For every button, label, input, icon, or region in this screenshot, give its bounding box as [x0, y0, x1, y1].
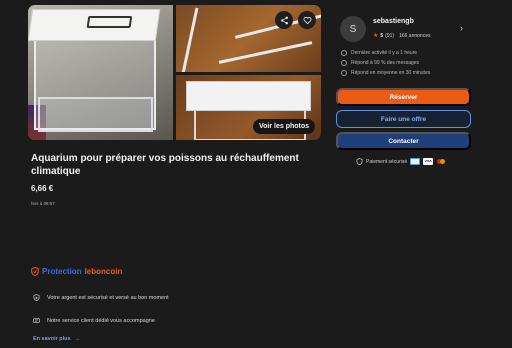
chevron-right-icon[interactable]: › [460, 23, 463, 33]
seller-activity-text: Dernière activité il y a 1 heure [351, 50, 418, 56]
heart-icon [303, 16, 311, 24]
lid-opening [86, 16, 133, 28]
seller-activity: Dernière activité il y a 1 heure [341, 50, 417, 56]
protection-brand: leboncoin [84, 267, 123, 276]
protection-item-text: Notre service client dédié vous accompag… [47, 317, 155, 324]
rating-count: (91) [385, 32, 395, 39]
message-icon [341, 60, 347, 66]
arrow-right-icon: → [74, 336, 81, 342]
secure-payment: Paiement sécurisé VISA [356, 158, 446, 165]
secure-payment-icon [356, 158, 363, 165]
protection-word: Protection [42, 267, 82, 276]
shield-icon [31, 267, 39, 276]
seller-response-rate-text: Répond à 99 % des messages [351, 60, 420, 66]
aquarium-lid [28, 9, 161, 41]
protection-item-text: Votre argent est sécurisé et versé au bo… [47, 294, 169, 301]
make-offer-button[interactable]: Faire une offre [336, 110, 471, 128]
visa-card-icon: VISA [423, 158, 434, 165]
aquarium-base [38, 97, 153, 132]
seller-name[interactable]: sebastiengb [373, 18, 414, 25]
aquarium-lid-closeup [186, 81, 311, 111]
clock-icon [341, 50, 347, 56]
mastercard-icon [436, 158, 446, 165]
listing-price: 6,66 € [31, 184, 54, 193]
rating-value: 5 [380, 32, 384, 39]
star-icon: ★ [373, 33, 379, 39]
protection-heading: Protection leboncoin [31, 267, 122, 276]
timer-icon [341, 70, 347, 76]
learn-more-label: En savoir plus [33, 336, 71, 342]
main-photo[interactable] [28, 5, 173, 140]
share-icon [280, 16, 288, 24]
seller-rating[interactable]: ★ 5 (91) 166 annonces [373, 32, 431, 40]
support-icon [33, 317, 40, 324]
seller-avatar[interactable]: S [340, 16, 366, 42]
share-button[interactable] [275, 11, 293, 29]
seller-response-time: Répond en moyenne en 30 minutes [341, 70, 430, 76]
listing-title: Aquarium pour préparer vos poissons au r… [31, 153, 299, 177]
seller-response-time-text: Répond en moyenne en 30 minutes [351, 70, 431, 76]
cb-card-icon [410, 158, 421, 165]
see-photos-button[interactable]: Voir les photos [253, 119, 316, 134]
protection-item: Votre argent est sécurisé et versé au bo… [33, 294, 169, 301]
secure-payment-label: Paiement sécurisé [366, 158, 408, 165]
seller-response-rate: Répond à 99 % des messages [341, 60, 419, 66]
learn-more-link[interactable]: En savoir plus → [33, 336, 80, 342]
listing-date: hier à 08:57 [31, 201, 55, 206]
ads-count: 166 annonces [399, 32, 431, 39]
protection-item: Notre service client dédié vous accompag… [33, 317, 155, 324]
contact-button[interactable]: Contacter [336, 132, 471, 150]
lock-icon [33, 294, 40, 301]
favorite-button[interactable] [298, 11, 316, 29]
reserve-button[interactable]: Réserver [336, 88, 471, 106]
